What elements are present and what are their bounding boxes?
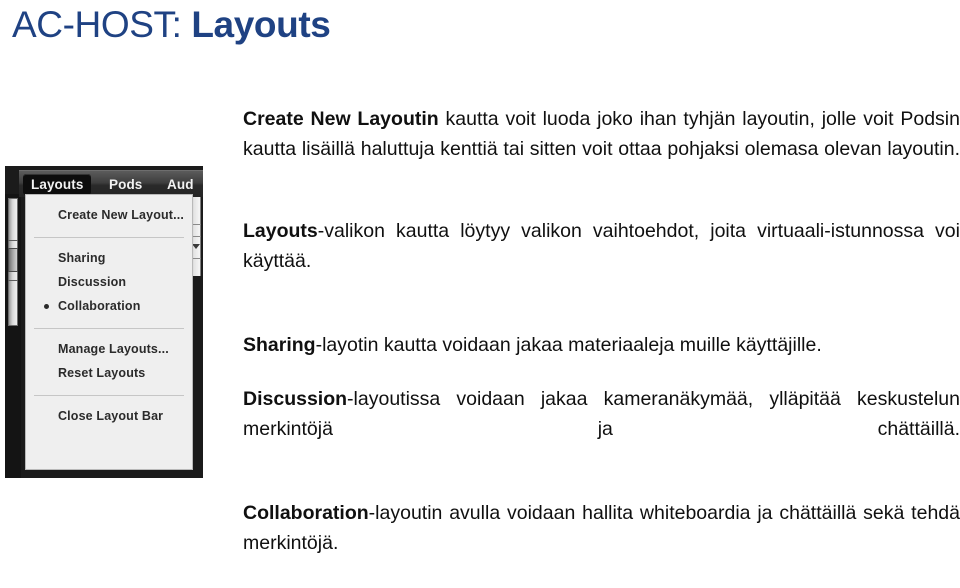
dropdown-spacer <box>26 195 192 203</box>
paragraph-create-new-layout: Create New Layoutin kautta voit luoda jo… <box>243 104 960 194</box>
menu-option-create-new-layout[interactable]: Create New Layout... <box>26 203 192 227</box>
left-scrollbar-divider <box>8 240 18 241</box>
left-scrollbar-divider <box>8 280 18 281</box>
menu-option-close-layout-bar[interactable]: Close Layout Bar <box>26 404 192 428</box>
menu-item-pods[interactable]: Pods <box>101 174 150 195</box>
dropdown-spacer <box>26 238 192 246</box>
dropdown-group-manage: Manage Layouts... Reset Layouts <box>26 329 192 395</box>
dropdown-group-close: Close Layout Bar <box>26 396 192 428</box>
paragraph-collaboration: Collaboration-layoutin avulla voidaan ha… <box>243 498 960 588</box>
menu-option-sharing[interactable]: Sharing <box>26 246 192 270</box>
paragraph-rest-sharing: -layotin kautta voidaan jakaa materiaale… <box>315 334 822 356</box>
layouts-dropdown-menu: Create New Layout... Sharing Discussion … <box>25 194 193 470</box>
menu-option-collaboration-label: Collaboration <box>58 299 141 313</box>
selected-bullet-icon <box>44 304 49 309</box>
page-title-prefix: AC-HOST: <box>12 4 192 45</box>
page-title-bold: Layouts <box>191 4 331 45</box>
dropdown-group-layouts: Sharing Discussion Collaboration <box>26 238 192 328</box>
paragraph-lead-discussion: Discussion <box>243 388 348 410</box>
menu-option-collaboration[interactable]: Collaboration <box>26 294 192 318</box>
menu-option-reset-layouts[interactable]: Reset Layouts <box>26 361 192 385</box>
menu-option-discussion[interactable]: Discussion <box>26 270 192 294</box>
paragraph-lead-layouts: Layouts <box>243 220 318 242</box>
menu-option-manage-layouts[interactable]: Manage Layouts... <box>26 337 192 361</box>
left-scrollbar-thumb[interactable] <box>8 248 18 272</box>
chevron-down-icon[interactable] <box>192 244 200 249</box>
paragraph-lead-collaboration: Collaboration <box>243 502 369 524</box>
menu-item-layouts[interactable]: Layouts <box>23 174 92 195</box>
dropdown-spacer <box>26 227 192 237</box>
paragraph-lead-sharing: Sharing <box>243 334 316 356</box>
paragraph-rest-layouts: -valikon kautta löytyy valikon vaihtoehd… <box>243 220 960 272</box>
page-title: AC-HOST: Layouts <box>12 2 331 48</box>
dropdown-spacer <box>26 396 192 404</box>
paragraph-lead-create: Create New Layoutin <box>243 108 439 130</box>
paragraph-rest-discussion: -layoutissa voidaan jakaa kameranäkymää,… <box>243 388 960 440</box>
dropdown-spacer <box>26 329 192 337</box>
dropdown-spacer <box>26 318 192 328</box>
layouts-menu-screenshot: Layouts Pods Aud Create New Layout... Sh… <box>5 166 203 478</box>
app-menubar: Layouts Pods Aud <box>19 170 203 197</box>
menu-item-audio[interactable]: Aud <box>159 174 202 195</box>
paragraph-layouts-menu: Layouts-valikon kautta löytyy valikon va… <box>243 216 960 306</box>
paragraph-discussion: Discussion-layoutissa voidaan jakaa kame… <box>243 384 960 474</box>
dropdown-spacer <box>26 385 192 395</box>
slide-body-text: Create New Layoutin kautta voit luoda jo… <box>243 104 960 588</box>
left-scrollbar[interactable] <box>5 194 21 478</box>
dropdown-group-create: Create New Layout... <box>26 195 192 237</box>
paragraph-sharing: Sharing-layotin kautta voidaan jakaa mat… <box>243 330 960 360</box>
